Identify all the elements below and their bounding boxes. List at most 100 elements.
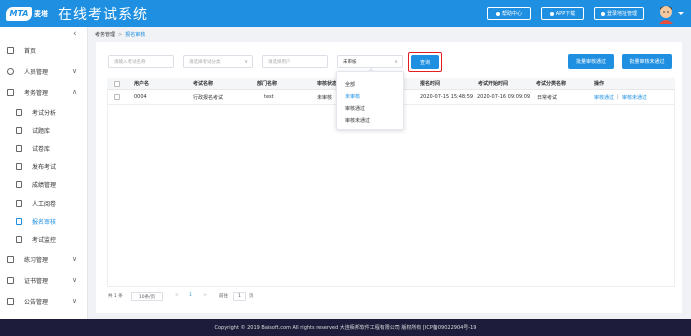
col-username: 用户名 [134, 81, 150, 87]
user-icon [7, 67, 14, 75]
help-center-button[interactable]: 帮助中心 [487, 7, 531, 20]
row-checkbox[interactable] [114, 94, 120, 100]
avatar[interactable] [657, 3, 675, 24]
login-address-label: 登录地址管理 [606, 11, 637, 17]
col-action: 操作 [594, 81, 605, 87]
sidebar-item-question-bank[interactable]: 试题库 [0, 122, 88, 138]
sidebar-item-label: 试题库 [32, 127, 51, 135]
app-download-button[interactable]: APP下载 [541, 7, 584, 20]
sidebar-item-label: 发布考试 [32, 163, 57, 171]
breadcrumb: 考务管理 > 报名审核 [95, 31, 145, 38]
chevron-down-icon[interactable] [678, 12, 684, 15]
select-all-checkbox[interactable] [114, 80, 120, 87]
page-size-value: 10条/页 [138, 294, 156, 300]
status-dropdown: 全部 未审核 审核通过 审核未通过 [336, 68, 404, 130]
grading-icon [16, 199, 22, 207]
practice-icon [7, 255, 14, 263]
app-download-label: APP下载 [555, 11, 576, 17]
logo-text: 麦塔 [34, 9, 48, 18]
sidebar-item-user-management[interactable]: 人员管理 ∨ [0, 63, 88, 79]
sidebar-item-publish-exam[interactable]: 发布考试 [0, 158, 88, 174]
chevron-down-icon: ∨ [72, 297, 78, 305]
page-size-select[interactable]: 10条/页 [131, 292, 163, 301]
col-status: 审核状态 [317, 81, 338, 87]
sidebar-item-label: 练习管理 [24, 256, 49, 264]
sidebar-item-label: 首页 [24, 47, 37, 55]
sidebar-item-label: 成绩管理 [32, 181, 57, 189]
reject-link[interactable]: 审核未通过 [622, 90, 647, 104]
home-icon [7, 46, 14, 54]
col-dept: 部门名称 [257, 81, 278, 87]
col-start-time: 考试开始时间 [478, 81, 509, 87]
breadcrumb-separator: > [118, 32, 123, 38]
logo: MTA 麦塔 [6, 5, 50, 22]
query-button[interactable]: 查询 [411, 55, 439, 69]
breadcrumb-current: 报名审核 [125, 32, 146, 38]
question-bank-icon [16, 126, 22, 134]
cell-start-time: 2020-07-16 09:09:09 [477, 94, 531, 100]
help-center-label: 帮助中心 [501, 11, 522, 17]
sidebar-item-label: 考试分析 [32, 109, 57, 117]
page-number[interactable]: 1 [189, 293, 192, 298]
col-exam-name: 考试名称 [193, 81, 214, 87]
col-signup-time: 报名时间 [420, 81, 441, 87]
sidebar-item-label: 人工阅卷 [32, 200, 57, 208]
sidebar-item-exam-analysis[interactable]: 考试分析 [0, 104, 88, 120]
sidebar-item-manual-grading[interactable]: 人工阅卷 [0, 195, 88, 211]
cell-username: 0004 [134, 94, 147, 100]
sidebar-item-practice-management[interactable]: 练习管理 ∨ [0, 251, 88, 267]
review-status-select[interactable]: 未审核 ∧ [337, 55, 403, 68]
exam-icon [7, 88, 14, 96]
cell-exam-name: 行政报名考试 [193, 94, 224, 101]
chevron-up-icon: ∧ [72, 88, 78, 96]
goto-page-value: 1 [238, 294, 241, 299]
goto-page-input[interactable]: 1 [233, 292, 246, 301]
sidebar-item-exam-monitor[interactable]: 考试监控 [0, 231, 88, 247]
exam-category-placeholder: 请选择考试分类 [189, 59, 221, 65]
sidebar-item-exam-management[interactable]: 考务管理 ∧ [0, 84, 88, 100]
logo-badge: MTA [6, 6, 32, 21]
sidebar-item-paper-bank[interactable]: 试卷库 [0, 140, 88, 156]
col-category: 考试分类名称 [536, 81, 567, 87]
exam-name-input[interactable]: 请输入考试名称 [108, 55, 174, 68]
cell-category: 日常考试 [537, 94, 558, 101]
sidebar-item-label: 证书管理 [24, 277, 49, 285]
sidebar-item-signup-review[interactable]: 报名审核 [0, 213, 88, 229]
sidebar-item-score-management[interactable]: 成绩管理 [0, 176, 88, 192]
dropdown-option-rejected[interactable]: 审核未通过 [345, 117, 370, 124]
sidebar-item-label: 考务管理 [24, 89, 49, 97]
sidebar-item-notice-management[interactable]: 公告管理 ∨ [0, 293, 88, 309]
sidebar-item-home[interactable]: 首页 [0, 42, 88, 58]
cell-status: 未审核 [317, 94, 333, 101]
breadcrumb-parent[interactable]: 考务管理 [95, 32, 115, 38]
approve-link[interactable]: 审核通过 [594, 90, 614, 104]
next-page-icon[interactable]: > [203, 293, 207, 298]
dropdown-option-approved[interactable]: 审核通过 [345, 105, 365, 112]
cell-signup-time: 2020-07-15 15:48:59 [420, 94, 474, 100]
dropdown-option-pending[interactable]: 未审核 [345, 93, 360, 100]
batch-approve-button[interactable]: 批量审核通过 [568, 54, 614, 69]
exam-category-select[interactable]: 请选择考试分类 ∨ [183, 55, 253, 68]
help-icon [495, 11, 500, 16]
footer: Copyright © 2019 Baisoft.com All rights … [0, 319, 691, 336]
user-select[interactable]: 请选择用户 [262, 55, 328, 68]
prev-page-icon[interactable]: < [175, 293, 179, 298]
review-status-value: 未审核 [343, 59, 357, 65]
top-header: MTA 麦塔 在线考试系统 帮助中心 APP下载 登录地址管理 [0, 0, 691, 27]
collapse-sidebar-icon[interactable]: ‹ [73, 29, 77, 39]
sidebar-item-label: 报名审核 [32, 218, 57, 226]
exam-name-placeholder: 请输入考试名称 [114, 59, 146, 65]
goto-label: 前往 [219, 294, 228, 299]
sidebar-item-certificate-management[interactable]: 证书管理 ∨ [0, 272, 88, 288]
notice-icon [7, 297, 14, 305]
score-icon [16, 180, 22, 188]
chevron-down-icon: ∨ [72, 67, 78, 75]
login-address-button[interactable]: 登录地址管理 [594, 7, 644, 20]
page-suffix: 页 [249, 294, 254, 299]
app-title: 在线考试系统 [58, 7, 148, 23]
paper-bank-icon [16, 144, 22, 152]
dropdown-option-all[interactable]: 全部 [345, 81, 355, 88]
sidebar-item-label: 试卷库 [32, 145, 51, 153]
sidebar-item-label: 公告管理 [24, 298, 49, 306]
batch-reject-button[interactable]: 批量审核未通过 [622, 54, 672, 69]
